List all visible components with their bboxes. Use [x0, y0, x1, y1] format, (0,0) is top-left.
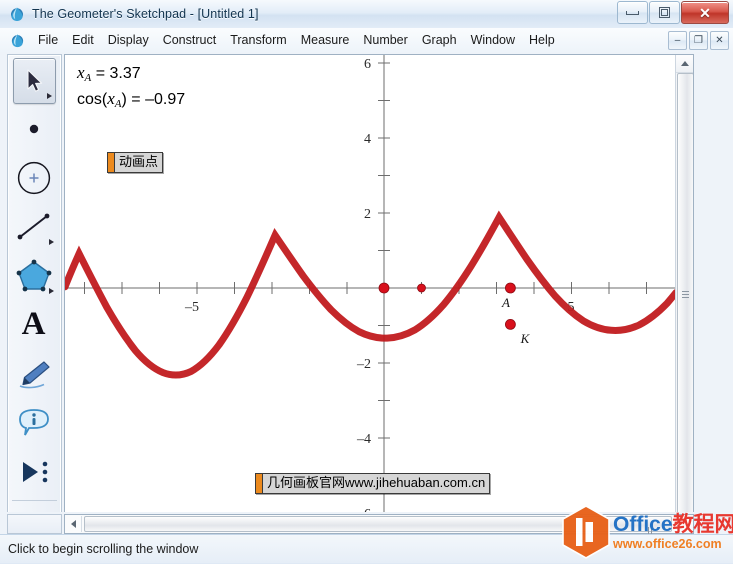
- mdi-child-controls: – ❐ ✕: [668, 31, 729, 50]
- custom-tools-icon: [22, 461, 47, 482]
- cosine-curve[interactable]: [65, 210, 676, 379]
- vertical-scrollbar[interactable]: [675, 55, 693, 532]
- polygon-icon: [16, 259, 51, 291]
- straightedge-tool[interactable]: [8, 202, 59, 251]
- scroll-grip-icon: [682, 290, 689, 298]
- x-measurement-value: = 3.37: [91, 65, 141, 82]
- coordinate-graph: –5 5 6 4 2 –2 –4 –6: [65, 55, 676, 532]
- point-A-label: A: [501, 295, 510, 310]
- office-watermark: Office教程网 www.office26.com: [561, 504, 733, 560]
- y-tick-label-neg4: –4: [356, 432, 371, 447]
- office-watermark-brand-cn: 教程网: [672, 512, 733, 536]
- scroll-up-button[interactable]: [676, 55, 693, 73]
- text-a-icon: A: [21, 306, 46, 342]
- unit-point[interactable]: [417, 283, 426, 293]
- sketch-canvas[interactable]: –5 5 6 4 2 –2 –4 –6: [64, 54, 694, 533]
- cos-measurement-prefix: cos(: [77, 91, 108, 108]
- text-tool[interactable]: A: [8, 300, 59, 349]
- office-hex-logo-icon: [561, 505, 611, 559]
- menu-item-display[interactable]: Display: [101, 31, 156, 49]
- menu-item-file[interactable]: File: [31, 31, 65, 49]
- menu-item-measure[interactable]: Measure: [294, 31, 357, 49]
- point-tool[interactable]: [8, 104, 59, 153]
- office-watermark-brand: Office: [613, 512, 673, 536]
- minimize-button[interactable]: [617, 1, 648, 24]
- close-icon: ✕: [699, 4, 711, 21]
- tool-expand-arrow-icon: [47, 93, 52, 99]
- y-tick-label-4: 4: [364, 132, 371, 147]
- menu-item-number[interactable]: Number: [356, 31, 414, 49]
- office-watermark-url: www.office26.com: [613, 536, 722, 551]
- mdi-minimize-button[interactable]: –: [668, 31, 687, 50]
- point-K[interactable]: [504, 318, 516, 330]
- chevron-left-icon: [70, 520, 76, 528]
- cos-measurement-var: x: [107, 89, 115, 108]
- menu-item-window[interactable]: Window: [464, 31, 522, 49]
- close-button[interactable]: ✕: [681, 1, 729, 24]
- application-window: The Geometer's Sketchpad - [Untitled 1] …: [0, 0, 733, 563]
- menu-item-graph[interactable]: Graph: [415, 31, 464, 49]
- mdi-restore-button[interactable]: ❐: [689, 31, 708, 50]
- marker-pen-icon: [19, 360, 50, 388]
- toolbox-footer: [7, 514, 62, 534]
- circle-compass-icon: [17, 161, 50, 194]
- point-icon: [29, 124, 38, 133]
- restore-button[interactable]: [649, 1, 680, 24]
- minimize-icon: [626, 10, 639, 15]
- cos-measurement-value: ) = –0.97: [121, 91, 186, 108]
- cos-measurement-sub: A: [114, 98, 122, 110]
- document-icon: [10, 33, 25, 48]
- status-bar-text: Click to begin scrolling the window: [8, 542, 199, 556]
- window-controls: ✕: [617, 1, 729, 24]
- restore-icon: [659, 7, 670, 18]
- window-title-text: The Geometer's Sketchpad - [Untitled 1]: [32, 7, 259, 21]
- custom-tools[interactable]: [8, 447, 59, 496]
- tool-expand-arrow-icon: [49, 288, 54, 294]
- arrow-cursor-icon: [26, 69, 42, 92]
- office-watermark-text: Office教程网 www.office26.com: [613, 514, 733, 551]
- mdi-close-button[interactable]: ✕: [710, 31, 729, 50]
- compass-circle-tool[interactable]: [8, 153, 59, 202]
- animate-point-button[interactable]: 动画点: [107, 152, 164, 173]
- menu-item-construct[interactable]: Construct: [156, 31, 224, 49]
- y-tick-label-2: 2: [364, 207, 371, 222]
- x-measurement[interactable]: xA = 3.37: [77, 63, 141, 84]
- x-measurement-var: x: [77, 63, 85, 82]
- vertical-scroll-thumb[interactable]: [677, 73, 693, 515]
- window-title-bar: The Geometer's Sketchpad - [Untitled 1] …: [0, 0, 733, 29]
- button-accent-bar: [256, 474, 263, 493]
- x-tick-label-neg5: –5: [184, 300, 199, 315]
- menu-item-help[interactable]: Help: [522, 31, 562, 49]
- point-labels: A K: [501, 295, 531, 346]
- y-tick-label-6: 6: [364, 57, 371, 72]
- cos-measurement[interactable]: cos(xA) = –0.97: [77, 89, 185, 110]
- point-A[interactable]: [504, 282, 516, 294]
- y-tick-label-neg2: –2: [356, 357, 371, 372]
- marker-tool[interactable]: [8, 349, 59, 398]
- menu-item-edit[interactable]: Edit: [65, 31, 101, 49]
- animate-point-label: 动画点: [119, 154, 159, 169]
- line-segment-icon: [17, 213, 49, 239]
- website-watermark-label: 几何画板官网www.jihehuaban.com.cn: [267, 475, 486, 490]
- website-watermark-button[interactable]: 几何画板官网www.jihehuaban.com.cn: [255, 473, 491, 494]
- tool-expand-arrow-icon: [49, 239, 54, 245]
- plotted-points: [378, 282, 516, 330]
- origin-point[interactable]: [378, 282, 390, 294]
- work-area: A –5 5 6 4 2 –2 –4 A K xA = 3.37 cos(xA)…: [0, 52, 733, 534]
- toolbox-divider: [12, 500, 57, 501]
- button-accent-bar: [108, 153, 115, 172]
- information-tool[interactable]: [8, 398, 59, 447]
- menu-item-transform[interactable]: Transform: [223, 31, 294, 49]
- information-icon: [18, 408, 49, 435]
- chevron-up-icon: [680, 61, 689, 66]
- toolbox: A: [7, 54, 62, 533]
- sketchpad-icon: [9, 6, 25, 22]
- scroll-left-button[interactable]: [65, 516, 82, 532]
- office-watermark-line1: Office教程网: [613, 514, 733, 535]
- polygon-tool[interactable]: [8, 251, 59, 300]
- menu-bar: File Edit Display Construct Transform Me…: [0, 28, 733, 53]
- arrow-select-tool[interactable]: [13, 58, 56, 104]
- axes: [65, 55, 676, 532]
- point-K-label: K: [520, 331, 531, 346]
